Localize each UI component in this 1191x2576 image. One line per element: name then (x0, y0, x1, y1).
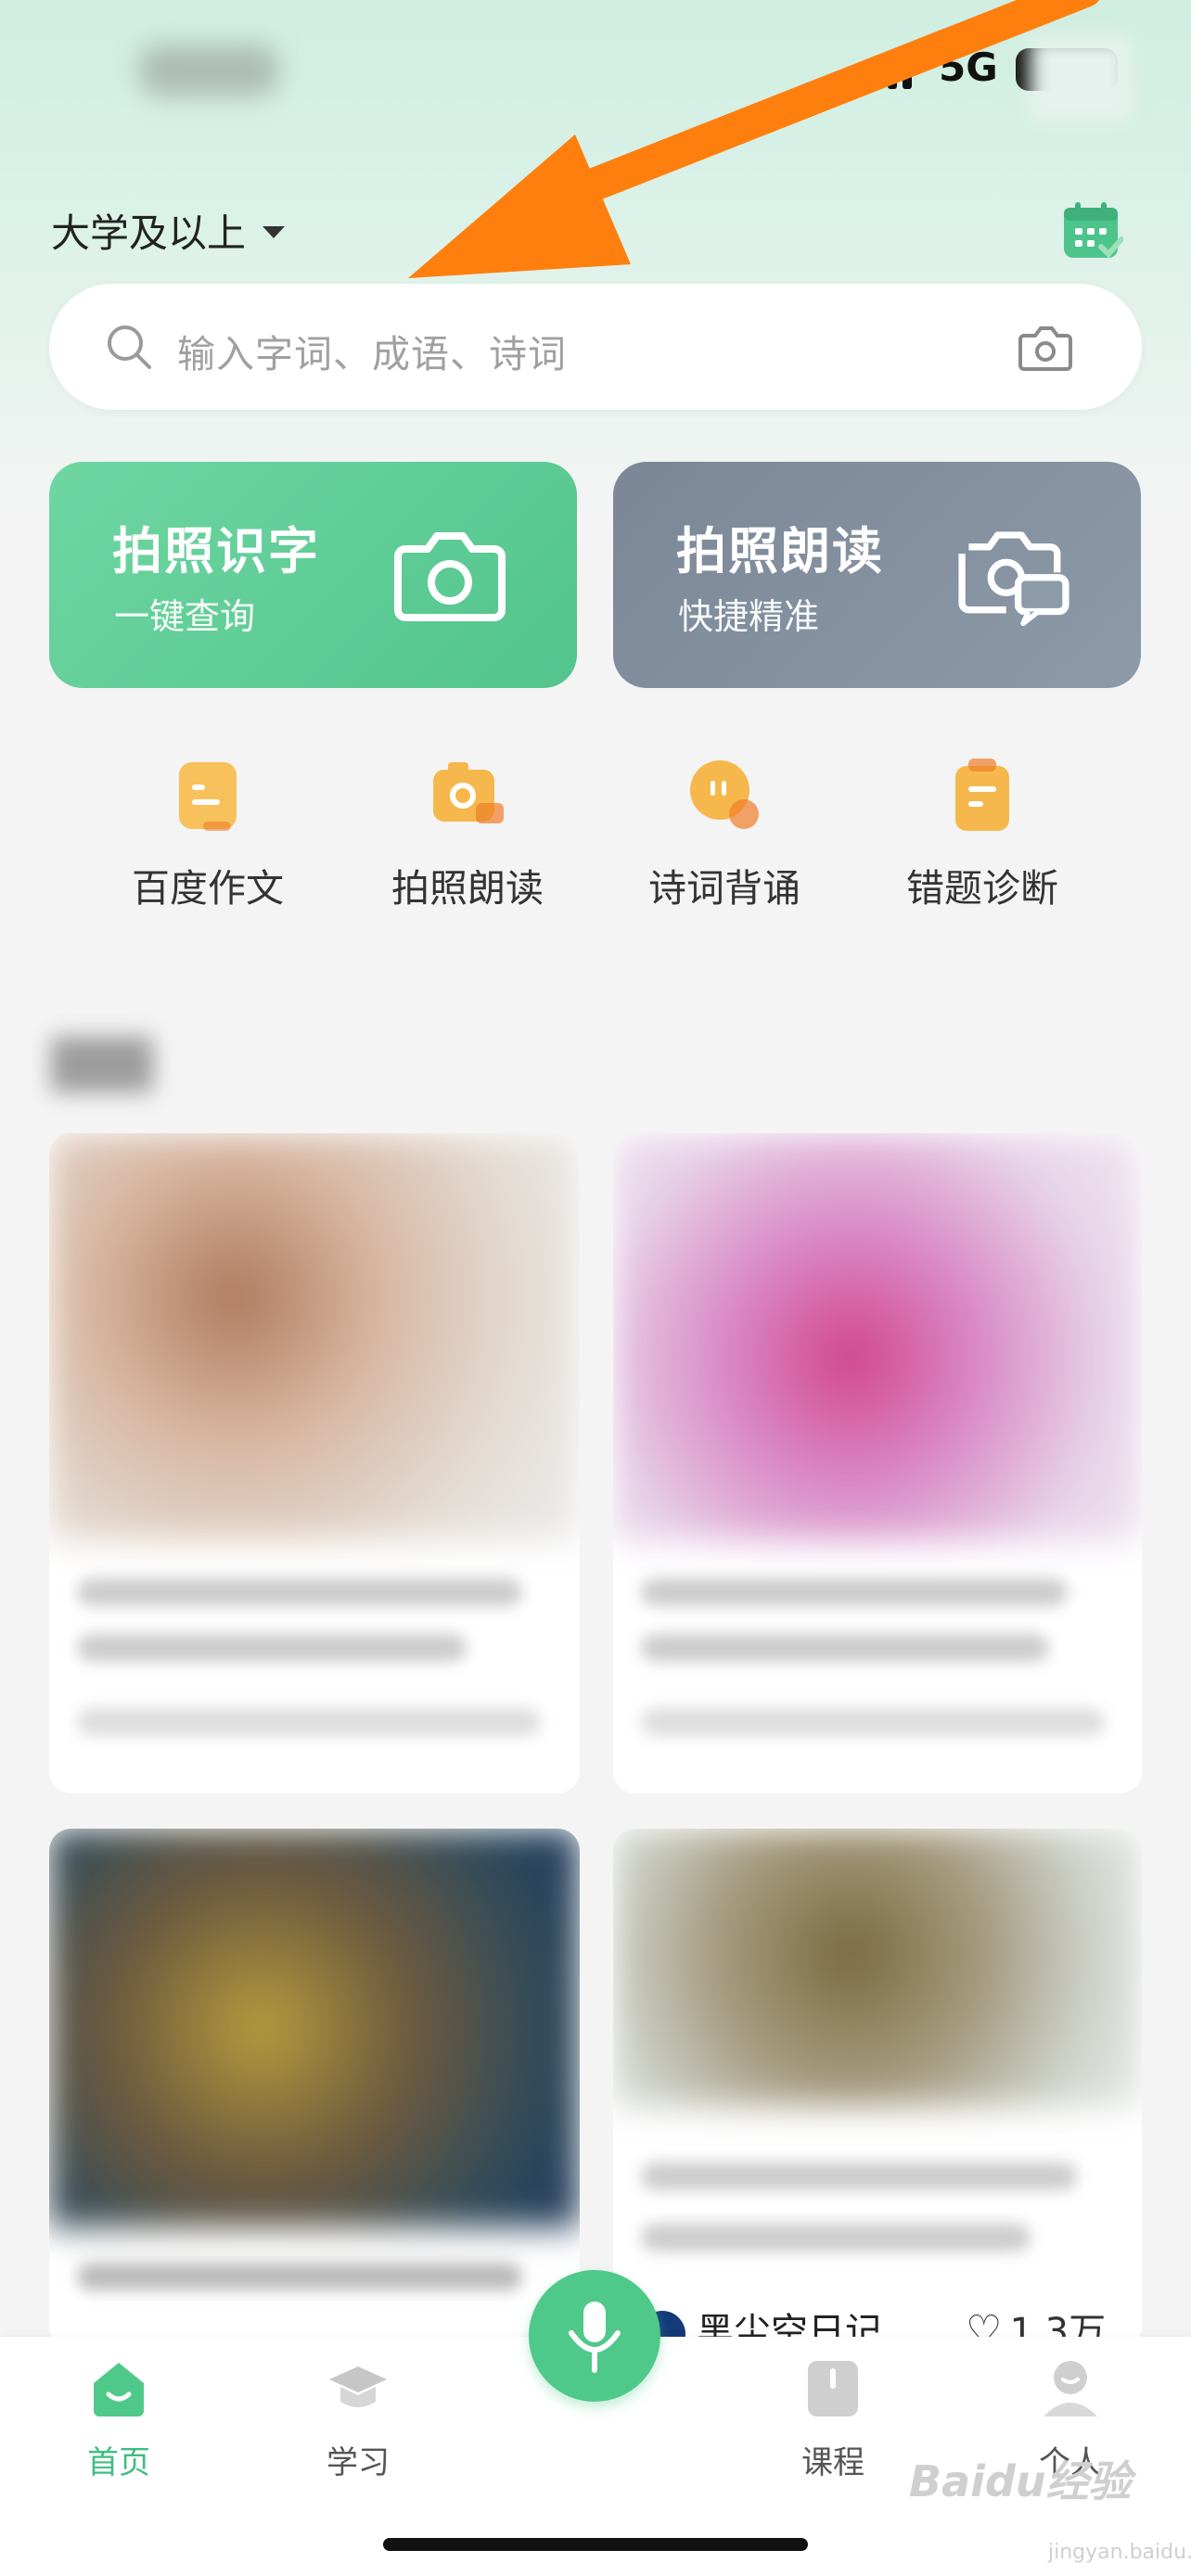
camera-speech-icon (958, 531, 1069, 627)
home-indicator (383, 2538, 808, 2551)
grade-selector-label: 大学及以上 (51, 210, 247, 256)
photo-recognize-subtitle: 一键查询 (114, 596, 256, 637)
course-book-icon (808, 2361, 858, 2417)
recommend-section-title (51, 1037, 153, 1092)
tool-label: 百度作文 (132, 866, 284, 911)
tab-study[interactable]: 学习 (284, 2355, 432, 2482)
search-bar[interactable]: 输入字词、成语、诗词 (49, 284, 1142, 410)
tool-poetry[interactable]: 诗词背诵 (613, 753, 836, 912)
feed-title-blur (641, 1634, 1049, 1662)
feed-card-4[interactable]: 黑尘空日记 ♡ 1.3万 (613, 1829, 1142, 2348)
caret-down-icon (263, 226, 286, 238)
status-bar: 5G (0, 0, 1191, 139)
feed-image (49, 1829, 580, 2227)
feed-title-blur (641, 1578, 1068, 1606)
baidu-watermark-url: jingyan.baidu.com (1048, 2541, 1191, 2564)
voice-search-button[interactable] (529, 2270, 660, 2402)
feed-meta-blur (641, 1708, 1105, 1736)
photo-read-icon (433, 762, 504, 823)
tab-courses[interactable]: 课程 (759, 2355, 907, 2482)
tool-label: 错题诊断 (906, 866, 1058, 911)
feed-title-blur (77, 1634, 467, 1662)
poetry-icon (690, 760, 759, 829)
graduation-cap-icon (329, 2366, 387, 2407)
feed-image (613, 1133, 1142, 1541)
tab-home[interactable]: 首页 (45, 2355, 193, 2482)
home-icon (94, 2363, 144, 2417)
photo-read-subtitle: 快捷精准 (678, 596, 820, 637)
photo-read-card[interactable]: 拍照朗读 快捷精准 (613, 462, 1141, 688)
network-label: 5G (939, 45, 998, 90)
feed-title-blur (641, 2224, 1031, 2251)
composition-icon (179, 762, 237, 831)
person-icon (1044, 2361, 1097, 2417)
tab-home-label: 首页 (87, 2444, 150, 2481)
feed-card-2[interactable] (613, 1133, 1142, 1793)
feed-title-blur (77, 1578, 522, 1606)
feed-image (49, 1133, 580, 1541)
camera-icon (394, 532, 506, 621)
tool-photo-read[interactable]: 拍照朗读 (356, 753, 579, 912)
feed-card-3[interactable] (49, 1829, 580, 2348)
microphone-icon (569, 2302, 621, 2373)
signal-icon (858, 54, 912, 89)
tool-label: 诗词背诵 (648, 866, 800, 911)
grade-selector[interactable]: 大学及以上 (51, 202, 286, 259)
tool-wrong-question[interactable]: 错题诊断 (871, 753, 1094, 912)
feed-image (613, 1829, 1142, 2107)
battery-blur (1030, 37, 1132, 121)
tab-courses-label: 课程 (801, 2444, 864, 2481)
baidu-watermark: Baidu经验 (909, 2456, 1132, 2506)
wrong-question-icon (955, 759, 1009, 831)
tool-label: 拍照朗读 (391, 866, 544, 911)
feed-meta-blur (77, 1708, 541, 1736)
status-time-blurred (139, 45, 278, 96)
camera-icon[interactable] (1018, 321, 1072, 373)
tab-study-label: 学习 (327, 2444, 390, 2481)
tool-composition[interactable]: 百度作文 (96, 753, 319, 912)
feed-title-blur (77, 2263, 522, 2290)
feed-card-1[interactable] (49, 1133, 580, 1793)
feed-title-blur (641, 2162, 1077, 2190)
search-icon (108, 325, 151, 369)
calendar-icon[interactable] (1062, 202, 1123, 261)
photo-read-title: 拍照朗读 (676, 522, 884, 580)
photo-recognize-title: 拍照识字 (112, 522, 320, 580)
search-placeholder: 输入字词、成语、诗词 (177, 332, 567, 376)
photo-recognize-card[interactable]: 拍照识字 一键查询 (49, 462, 577, 688)
